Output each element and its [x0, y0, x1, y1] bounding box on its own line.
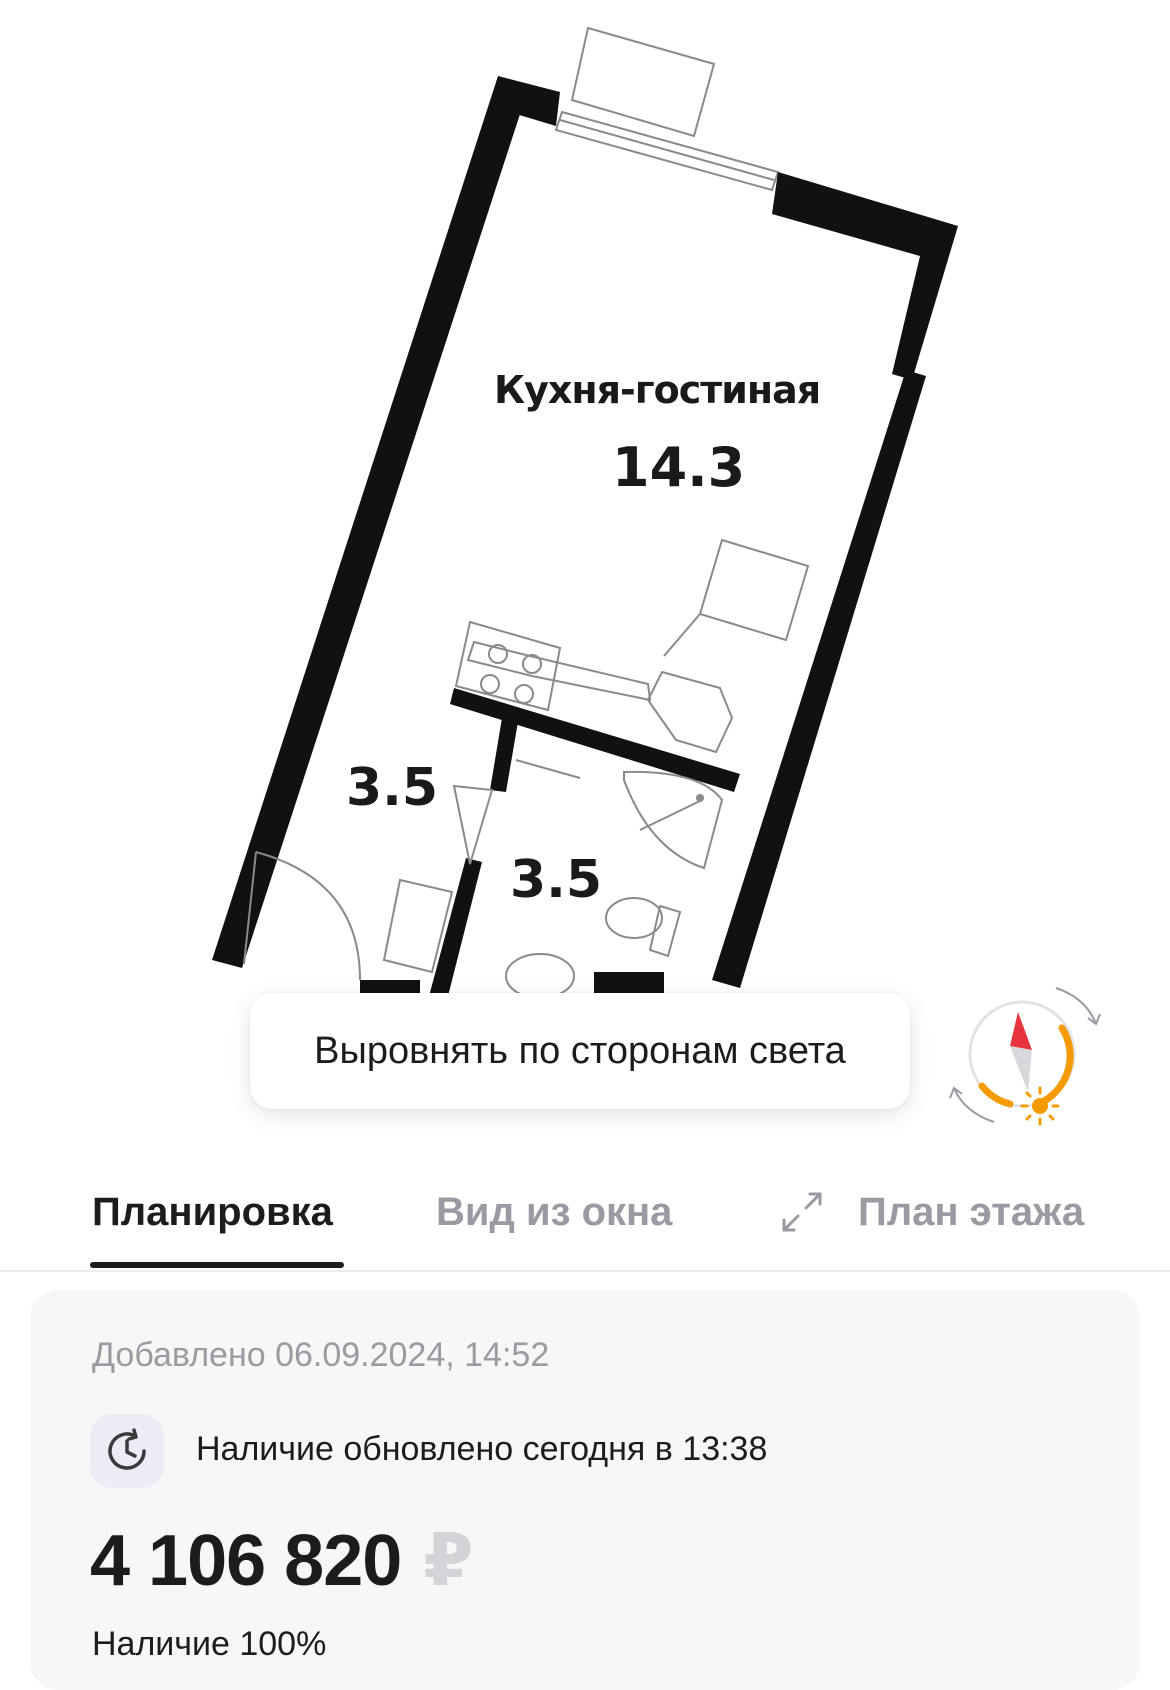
partial-line: Наличие 100% [92, 1625, 327, 1663]
room-kitchen-area: 14.3 [612, 436, 746, 499]
tab-bar: Планировка Вид из окна План этажа [0, 1170, 1170, 1272]
availability-updated: Наличие обновлено сегодня в 13:38 [196, 1430, 768, 1468]
tab-window-view[interactable]: Вид из окна [436, 1190, 672, 1235]
compass-button[interactable] [946, 980, 1106, 1130]
clock-refresh-icon [108, 1428, 146, 1470]
room-kitchen-label: Кухня-гостиная [494, 368, 821, 412]
tab-floor-plan[interactable]: План этажа [858, 1190, 1084, 1235]
align-to-cardinal-label: Выровнять по сторонам света [314, 1029, 846, 1072]
listing-info-card: Добавлено 06.09.2024, 14:52 Наличие обно… [30, 1290, 1140, 1690]
tab-layout[interactable]: Планировка [92, 1190, 333, 1235]
clock-badge [90, 1414, 164, 1488]
added-date: Добавлено 06.09.2024, 14:52 [92, 1336, 550, 1374]
active-tab-indicator [90, 1262, 344, 1268]
price-row: 4 106 820 ₽ [90, 1518, 473, 1602]
currency-symbol: ₽ [423, 1521, 474, 1601]
floor-plan: Кухня-гостиная 14.3 3.5 3.5 [0, 0, 1170, 1000]
compass-icon [949, 987, 1101, 1126]
room-hall-area: 3.5 [346, 758, 439, 818]
expand-icon[interactable] [780, 1190, 824, 1234]
room-bath-area: 3.5 [510, 850, 603, 910]
align-to-cardinal-button[interactable]: Выровнять по сторонам света [250, 993, 910, 1109]
price-value: 4 106 820 [90, 1521, 402, 1601]
